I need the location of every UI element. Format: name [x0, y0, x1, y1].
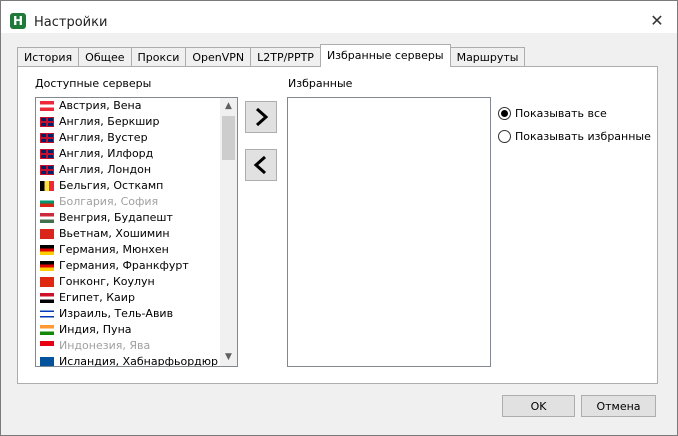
show-favorites-radio-option[interactable]: Показывать избранные — [498, 130, 651, 143]
iceland-flag-icon — [40, 357, 54, 366]
server-label: Англия, Беркшир — [59, 115, 160, 128]
bulgaria-flag-icon — [40, 197, 54, 207]
server-label: Израиль, Тель-Авив — [59, 307, 174, 320]
server-label: Англия, Лондон — [59, 163, 152, 176]
tab-routes[interactable]: Маршруты — [449, 47, 526, 67]
server-label: Вьетнам, Хошимин — [59, 227, 170, 240]
cancel-button[interactable]: Отмена — [581, 395, 656, 417]
tab-bar: История Общее Прокси OpenVPN L2TP/PPTP И… — [17, 44, 526, 67]
server-list-item[interactable]: Германия, Мюнхен — [36, 242, 219, 258]
server-list-item[interactable]: Индонезия, Ява — [36, 338, 219, 354]
server-label: Германия, Мюнхен — [59, 243, 169, 256]
show-favorites-radio[interactable] — [498, 130, 511, 143]
server-list-item[interactable]: Гонконг, Коулун — [36, 274, 219, 290]
server-list-item[interactable]: Египет, Каир — [36, 290, 219, 306]
hongkong-flag-icon — [40, 277, 54, 287]
app-logo-icon: H — [10, 13, 26, 29]
uk-flag-icon — [40, 117, 54, 127]
germany-flag-icon — [40, 261, 54, 271]
server-list-item[interactable]: Израиль, Тель-Авив — [36, 306, 219, 322]
favorites-label: Избранные — [288, 77, 353, 90]
tab-history[interactable]: История — [17, 47, 80, 67]
server-label: Исландия, Хабнарфьордюр — [59, 355, 219, 367]
ok-button[interactable]: OK — [502, 395, 575, 417]
chevron-right-icon — [256, 107, 269, 127]
server-list-item[interactable]: Англия, Вустер — [36, 130, 219, 146]
server-label: Бельгия, Осткамп — [59, 179, 164, 192]
india-flag-icon — [40, 325, 54, 335]
scroll-up-button[interactable]: ▲ — [220, 98, 237, 115]
settings-window: H Настройки ✕ История Общее Прокси OpenV… — [0, 0, 678, 436]
add-to-favorites-button[interactable] — [245, 101, 277, 133]
server-label: Германия, Франкфурт — [59, 259, 189, 272]
indonesia-flag-icon — [40, 341, 54, 351]
uk-flag-icon — [40, 149, 54, 159]
server-label: Индонезия, Ява — [59, 339, 151, 352]
close-button[interactable]: ✕ — [647, 11, 667, 31]
server-label: Гонконг, Коулун — [59, 275, 155, 288]
austria-flag-icon — [40, 101, 54, 111]
chevron-left-icon — [253, 155, 266, 175]
uk-flag-icon — [40, 165, 54, 175]
list-scrollbar[interactable]: ▲ ▼ — [220, 98, 237, 366]
remove-from-favorites-button[interactable] — [245, 149, 277, 181]
uk-flag-icon — [40, 133, 54, 143]
server-list-item[interactable]: Германия, Франкфурт — [36, 258, 219, 274]
tab-general[interactable]: Общее — [78, 47, 132, 67]
israel-flag-icon — [40, 309, 54, 319]
tab-proxy[interactable]: Прокси — [130, 47, 187, 67]
server-label: Египет, Каир — [59, 291, 135, 304]
title-bar: H Настройки ✕ — [1, 1, 677, 33]
server-list-item[interactable]: Венгрия, Будапешт — [36, 210, 219, 226]
window-title: Настройки — [34, 15, 108, 30]
server-list-item[interactable]: Индия, Пуна — [36, 322, 219, 338]
available-servers-items: Австрия, Вена Англия, Беркшир Англия, Вуст… — [36, 98, 219, 367]
germany-flag-icon — [40, 245, 54, 255]
tab-openvpn[interactable]: OpenVPN — [185, 47, 252, 67]
server-label: Венгрия, Будапешт — [59, 211, 173, 224]
egypt-flag-icon — [40, 293, 54, 303]
tab-favorite-servers[interactable]: Избранные серверы — [319, 44, 451, 67]
server-list-item[interactable]: Исландия, Хабнарфьордюр — [36, 354, 219, 367]
available-servers-label: Доступные серверы — [35, 77, 152, 90]
server-label: Англия, Илфорд — [59, 147, 154, 160]
server-list-item[interactable]: Болгария, София — [36, 194, 219, 210]
favorite-servers-panel: Доступные серверы Избранные Австрия, Вен… — [17, 66, 658, 384]
show-favorites-label: Показывать избранные — [515, 130, 651, 143]
server-list-item[interactable]: Австрия, Вена — [36, 98, 219, 114]
favorites-list[interactable] — [287, 97, 491, 367]
show-all-radio-option[interactable]: Показывать все — [498, 107, 607, 120]
server-list-item[interactable]: Англия, Лондон — [36, 162, 219, 178]
server-list-item[interactable]: Бельгия, Осткамп — [36, 178, 219, 194]
server-label: Англия, Вустер — [59, 131, 148, 144]
server-list-item[interactable]: Вьетнам, Хошимин — [36, 226, 219, 242]
show-all-label: Показывать все — [515, 107, 607, 120]
vietnam-flag-icon — [40, 229, 54, 239]
tab-l2tp-pptp[interactable]: L2TP/PPTP — [250, 47, 321, 67]
available-servers-list[interactable]: Австрия, Вена Англия, Беркшир Англия, Вуст… — [35, 97, 238, 367]
server-label: Индия, Пуна — [59, 323, 132, 336]
hungary-flag-icon — [40, 213, 54, 223]
scroll-down-button[interactable]: ▼ — [220, 349, 237, 366]
server-label: Австрия, Вена — [59, 99, 142, 112]
server-list-item[interactable]: Англия, Беркшир — [36, 114, 219, 130]
belgium-flag-icon — [40, 181, 54, 191]
server-label: Болгария, София — [59, 195, 159, 208]
server-list-item[interactable]: Англия, Илфорд — [36, 146, 219, 162]
show-all-radio[interactable] — [498, 107, 511, 120]
scroll-thumb[interactable] — [222, 116, 235, 160]
